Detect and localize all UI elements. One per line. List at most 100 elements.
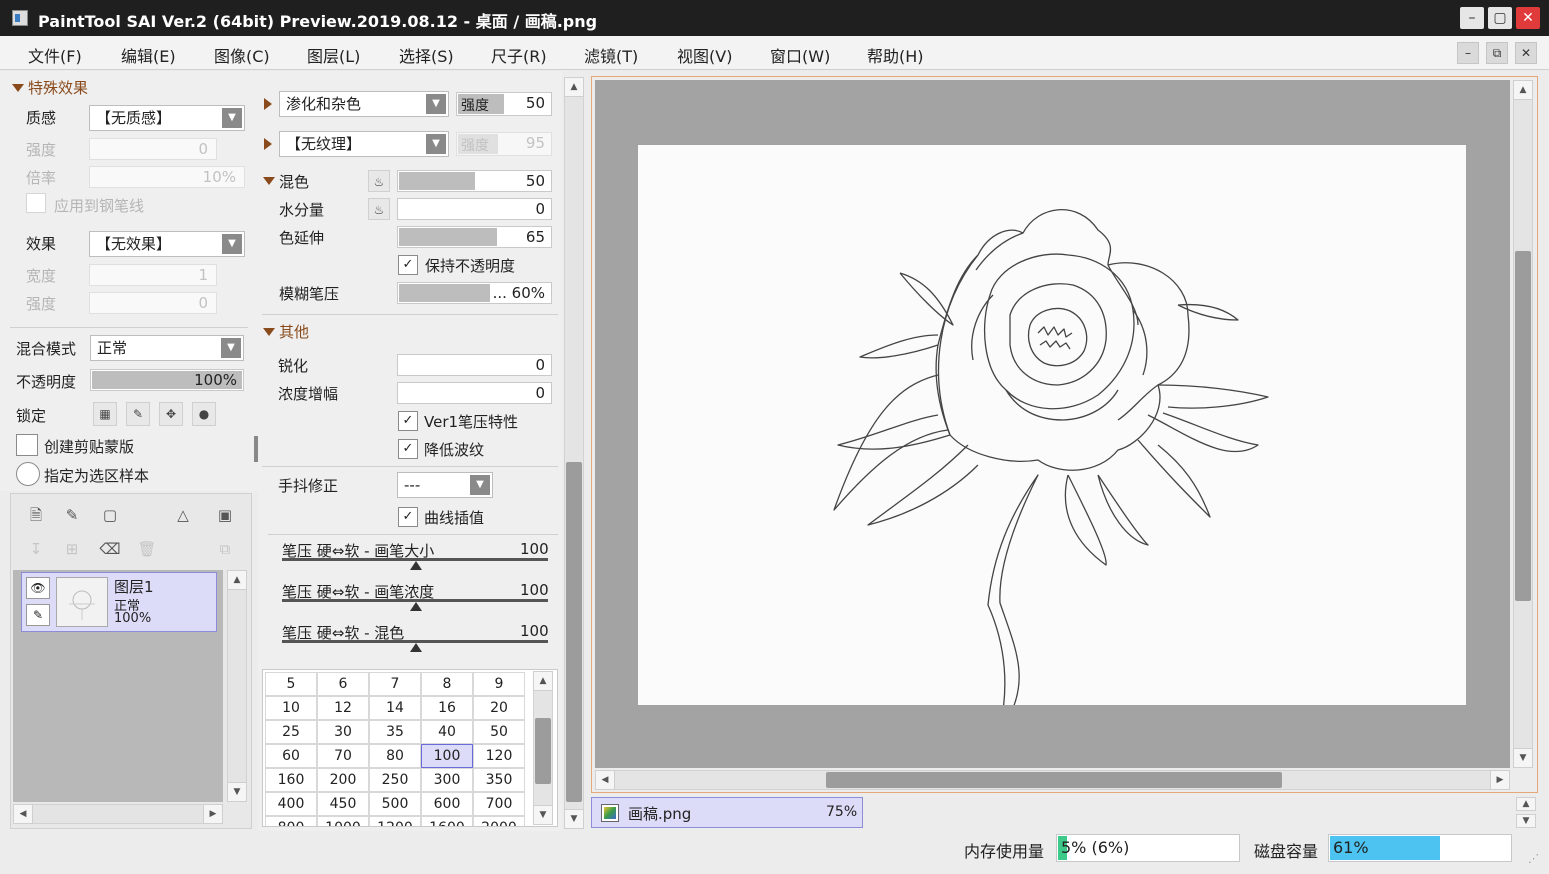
lock-transparency-icon[interactable]: ▦ <box>93 402 117 426</box>
brush-size-cell[interactable]: 700 <box>473 792 525 816</box>
delete-layer-icon[interactable]: 🗑 <box>136 538 158 560</box>
brush-size-cell[interactable]: 300 <box>421 768 473 792</box>
clip-mask-checkbox[interactable] <box>16 434 38 456</box>
minimize-button[interactable]: – <box>1460 7 1484 29</box>
eye-icon[interactable]: 👁 <box>26 577 50 599</box>
tab-scroll-down-icon[interactable]: ▼ <box>1516 814 1536 828</box>
maximize-button[interactable]: ▢ <box>1488 7 1512 29</box>
brush-size-cell[interactable]: 6 <box>317 672 369 696</box>
mask-icon[interactable]: ▣ <box>214 504 236 526</box>
menu-select[interactable]: 选择(S) <box>399 43 454 67</box>
scroll-thumb[interactable] <box>826 772 1282 788</box>
brush-size-cell[interactable]: 1200 <box>369 816 421 826</box>
scroll-up-icon[interactable]: ▲ <box>533 671 553 691</box>
apply-pen-checkbox[interactable] <box>26 193 46 213</box>
close-button[interactable]: ✕ <box>1516 7 1540 29</box>
blur-pressure-slider[interactable]: ... 60% <box>397 282 552 304</box>
collapse-icon[interactable] <box>263 177 275 185</box>
blend-mode-dropdown[interactable]: 正常 ▼ <box>90 335 244 361</box>
brush-size-cell[interactable]: 16 <box>421 696 473 720</box>
doc-minimize-button[interactable]: – <box>1457 42 1479 64</box>
expand-icon[interactable] <box>264 98 272 110</box>
canvas-hscrollbar[interactable]: ◀ ▶ <box>595 770 1510 790</box>
expand-icon[interactable] <box>264 138 272 150</box>
brush-size-cell[interactable]: 10 <box>265 696 317 720</box>
brush-size-cell[interactable]: 70 <box>317 744 369 768</box>
brush-size-cell[interactable]: 35 <box>369 720 421 744</box>
filter-icon[interactable]: △ <box>172 504 194 526</box>
scroll-thumb[interactable] <box>1515 251 1531 601</box>
blend-slider[interactable]: 50 <box>397 170 552 192</box>
document-tab[interactable]: 画稿.png 75% <box>591 797 863 828</box>
brush-size-cell[interactable]: 30 <box>317 720 369 744</box>
texture-dropdown[interactable]: 【无质感】 ▼ <box>89 105 245 131</box>
texture-dropdown[interactable]: 【无纹理】 ▼ <box>279 131 449 157</box>
brush-size-cell[interactable]: 8 <box>421 672 473 696</box>
brush-size-cell[interactable]: 350 <box>473 768 525 792</box>
brush-size-cell[interactable]: 400 <box>265 792 317 816</box>
scroll-down-icon[interactable]: ▼ <box>227 782 247 802</box>
brush-panel-scrollbar[interactable]: ▲ ▼ <box>564 77 584 829</box>
scroll-down-icon[interactable]: ▼ <box>1513 748 1533 768</box>
menu-window[interactable]: 窗口(W) <box>770 43 830 67</box>
brush-size-cell[interactable]: 1000 <box>317 816 369 826</box>
layer-row[interactable]: 👁 ✎ 图层1 正常 100% <box>21 572 217 632</box>
reduce-ripple-checkbox[interactable]: ✓ <box>398 439 418 459</box>
brush-size-cell[interactable]: 450 <box>317 792 369 816</box>
brush-size-cell[interactable]: 12 <box>317 696 369 720</box>
texture-strength-slider[interactable]: 强度 95 <box>456 132 552 156</box>
pressure-blend-handle[interactable] <box>410 643 422 652</box>
layer-extra-icon[interactable]: ⧉ <box>214 538 236 560</box>
new-pen-layer-icon[interactable]: ✎ <box>61 504 83 526</box>
menu-filter[interactable]: 滤镜(T) <box>584 43 638 67</box>
menu-help[interactable]: 帮助(H) <box>867 43 924 67</box>
keep-opacity-checkbox[interactable]: ✓ <box>398 255 418 275</box>
pencil-icon[interactable]: ✎ <box>26 604 50 626</box>
scroll-right-icon[interactable]: ▶ <box>1490 770 1510 790</box>
ver1-pressure-checkbox[interactable]: ✓ <box>398 411 418 431</box>
bleed-dropdown[interactable]: 渗化和杂色 ▼ <box>279 91 449 117</box>
layer-list-scrollbar[interactable]: ▲ ▼ <box>227 570 247 802</box>
brush-size-cell[interactable]: 200 <box>317 768 369 792</box>
bleed-strength-slider[interactable]: 强度 50 <box>456 92 552 116</box>
scroll-left-icon[interactable]: ◀ <box>595 770 615 790</box>
scroll-right-icon[interactable]: ▶ <box>203 804 223 824</box>
lock-paint-icon[interactable]: ✎ <box>126 402 150 426</box>
scroll-left-icon[interactable]: ◀ <box>13 804 33 824</box>
scroll-up-icon[interactable]: ▲ <box>227 570 247 590</box>
pressure-density-handle[interactable] <box>410 602 422 611</box>
brush-size-cell[interactable]: 5 <box>265 672 317 696</box>
menu-edit[interactable]: 编辑(E) <box>121 43 176 67</box>
width-field[interactable]: 1 <box>89 264 217 286</box>
menu-image[interactable]: 图像(C) <box>214 43 270 67</box>
collapse-icon[interactable] <box>263 328 275 336</box>
scroll-down-icon[interactable]: ▼ <box>533 805 553 825</box>
brush-size-cell[interactable]: 40 <box>421 720 473 744</box>
brush-size-cell[interactable]: 800 <box>265 816 317 826</box>
scroll-thumb[interactable] <box>535 718 551 784</box>
brush-size-cell[interactable]: 80 <box>369 744 421 768</box>
brush-size-cell[interactable]: 500 <box>369 792 421 816</box>
scale-field[interactable]: 10% <box>89 166 245 188</box>
brush-size-cell[interactable]: 50 <box>473 720 525 744</box>
menu-ruler[interactable]: 尺子(R) <box>491 43 547 67</box>
opacity-slider[interactable]: 100% <box>90 369 244 391</box>
doc-close-button[interactable]: ✕ <box>1515 42 1537 64</box>
brush-size-cell[interactable]: 60 <box>265 744 317 768</box>
strength-field[interactable]: 0 <box>89 138 217 160</box>
menu-layer[interactable]: 图层(L) <box>307 43 360 67</box>
selection-sample-radio[interactable] <box>16 462 40 486</box>
brush-size-cell[interactable]: 9 <box>473 672 525 696</box>
brush-size-cell[interactable]: 250 <box>369 768 421 792</box>
brush-size-cell[interactable]: 7 <box>369 672 421 696</box>
tab-scroll-up-icon[interactable]: ▲ <box>1516 797 1536 811</box>
new-layer-icon[interactable]: 🗎 <box>25 504 47 526</box>
stabilizer-dropdown[interactable]: --- ▼ <box>397 472 493 498</box>
effect-dropdown[interactable]: 【无效果】 ▼ <box>89 231 245 257</box>
drawing-canvas[interactable] <box>638 145 1466 736</box>
scroll-up-icon[interactable]: ▲ <box>1513 80 1533 100</box>
lock-move-icon[interactable]: ✥ <box>159 402 183 426</box>
effect-strength-field[interactable]: 0 <box>89 292 217 314</box>
brush-size-cell[interactable]: 1600 <box>421 816 473 826</box>
curve-interp-checkbox[interactable]: ✓ <box>398 507 418 527</box>
